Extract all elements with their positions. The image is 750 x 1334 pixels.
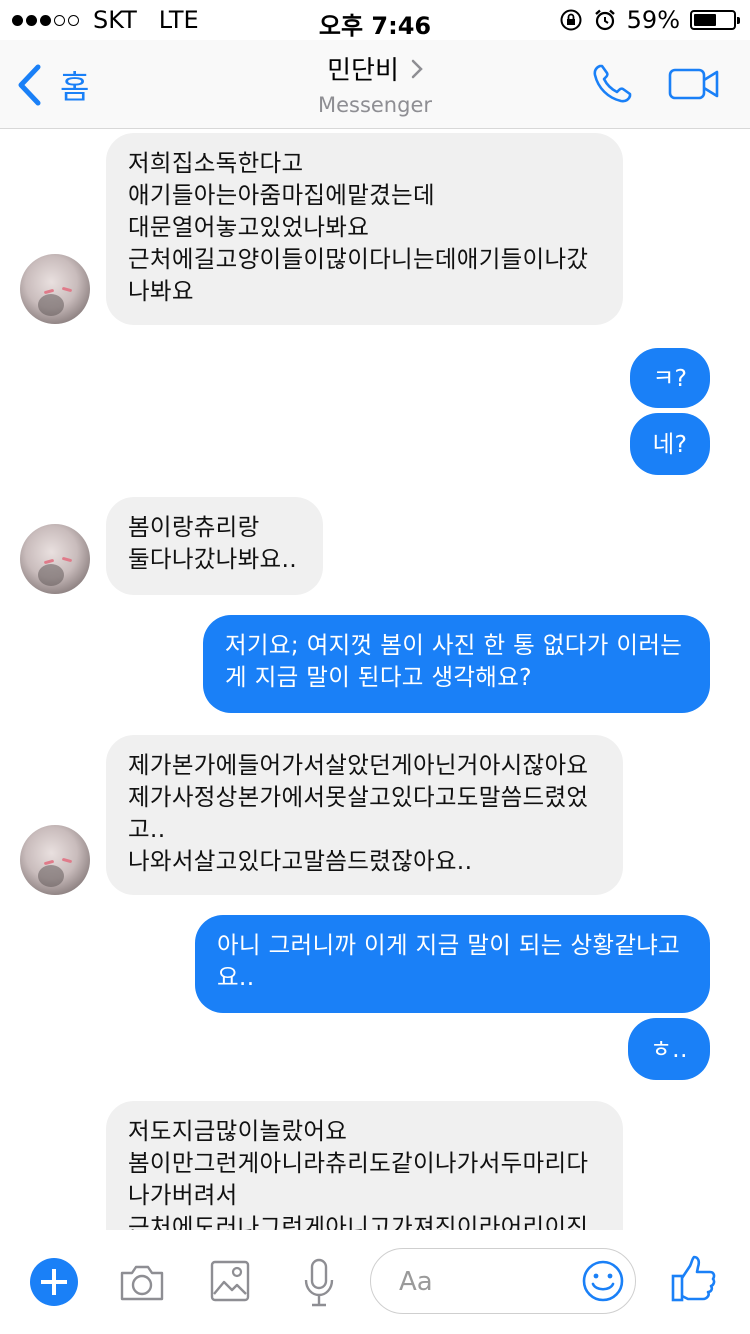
plus-icon[interactable] bbox=[30, 1258, 78, 1306]
battery-icon bbox=[690, 10, 740, 30]
status-left: SKT LTE bbox=[12, 6, 199, 34]
message-line: 근처에도러나그런게아니고가져진이라어리이진 bbox=[128, 1213, 589, 1230]
message-line: 게 지금 말이 된다고 생각해요? bbox=[225, 663, 532, 691]
message-line: 나가버려서 bbox=[128, 1181, 238, 1209]
status-bar: SKT LTE 오후 7:46 59% bbox=[0, 0, 750, 40]
message-line: 네? bbox=[652, 430, 688, 458]
battery-percent: 59% bbox=[626, 6, 680, 34]
network-label: LTE bbox=[158, 6, 199, 34]
avatar[interactable] bbox=[20, 254, 90, 324]
message-line: ㅎ.. bbox=[650, 1035, 688, 1063]
message-line: 고.. bbox=[128, 815, 166, 843]
message-line: 요.. bbox=[217, 963, 255, 991]
message-line: 제가본가에들어가서살았던게아닌거아시잖아요 bbox=[128, 751, 589, 779]
outgoing-message-bubble[interactable]: ㅋ? bbox=[630, 348, 710, 408]
message-list[interactable]: 저희집소독한다고 애기들아는아줌마집에맡겼는데 대문열어놓고있었나봐요 근처에길… bbox=[0, 129, 750, 1230]
carrier-label: SKT bbox=[93, 6, 137, 34]
avatar[interactable] bbox=[20, 825, 90, 895]
message-line: 봄이랑츄리랑 bbox=[128, 513, 260, 541]
message-line: 제가사정상본가에서못살고있다고도말씀드렸었 bbox=[128, 783, 589, 811]
message-line: 대문열어놓고있었나봐요 bbox=[128, 213, 370, 241]
message-line: 근처에길고양이들이많이다니는데애기들이나갔 bbox=[128, 245, 589, 273]
rotation-lock-icon bbox=[560, 9, 582, 31]
incoming-message-bubble[interactable]: 저희집소독한다고 애기들아는아줌마집에맡겼는데 대문열어놓고있었나봐요 근처에길… bbox=[106, 133, 623, 325]
battery-fill bbox=[694, 14, 716, 26]
emoji-icon[interactable] bbox=[581, 1259, 625, 1303]
message-line: 저기요; 여지껏 봄이 사진 한 통 없다가 이러는 bbox=[225, 631, 683, 659]
incoming-message-bubble[interactable]: 저도지금많이놀랐어요 봄이만그런게아니라츄리도같이나가서두마리다 나가버려서 근… bbox=[106, 1101, 623, 1230]
message-line: ㅋ? bbox=[652, 364, 688, 392]
status-right: 59% bbox=[559, 6, 740, 34]
message-line: 저도지금많이놀랐어요 bbox=[128, 1117, 348, 1145]
composer-bar bbox=[0, 1230, 750, 1334]
message-input[interactable] bbox=[397, 1259, 571, 1305]
message-line: 애기들아는아줌마집에맡겼는데 bbox=[128, 181, 435, 209]
nav-bar: 홈 민단비 Messenger bbox=[0, 40, 750, 129]
message-line: 둘다나갔나봐요.. bbox=[128, 545, 297, 573]
phone-icon[interactable] bbox=[590, 62, 634, 106]
outgoing-message-bubble[interactable]: 아니 그러니까 이게 지금 말이 되는 상황같냐고 요.. bbox=[195, 915, 710, 1013]
video-camera-icon[interactable] bbox=[668, 67, 720, 101]
outgoing-message-bubble[interactable]: ㅎ.. bbox=[628, 1018, 710, 1080]
message-line: 저희집소독한다고 bbox=[128, 149, 304, 177]
message-line: 나봐요 bbox=[128, 277, 194, 305]
camera-icon[interactable] bbox=[118, 1264, 166, 1302]
image-icon[interactable] bbox=[210, 1260, 250, 1302]
incoming-message-bubble[interactable]: 봄이랑츄리랑 둘다나갔나봐요.. bbox=[106, 497, 323, 595]
outgoing-message-bubble[interactable]: 네? bbox=[630, 413, 710, 475]
nav-actions bbox=[590, 62, 720, 106]
outgoing-message-bubble[interactable]: 저기요; 여지껏 봄이 사진 한 통 없다가 이러는 게 지금 말이 된다고 생… bbox=[203, 615, 710, 713]
message-line: 나와서살고있다고말씀드렸잖아요.. bbox=[128, 847, 473, 875]
conversation-title: 민단비 bbox=[327, 56, 399, 86]
thumbs-up-icon[interactable] bbox=[670, 1254, 718, 1304]
signal-dots-icon bbox=[12, 14, 79, 26]
microphone-icon[interactable] bbox=[302, 1258, 336, 1308]
message-line: 아니 그러니까 이게 지금 말이 되는 상황같냐고 bbox=[217, 931, 681, 959]
chevron-right-icon bbox=[411, 59, 423, 78]
message-input-box[interactable] bbox=[370, 1248, 636, 1314]
avatar[interactable] bbox=[20, 524, 90, 594]
incoming-message-bubble[interactable]: 제가본가에들어가서살았던게아닌거아시잖아요 제가사정상본가에서못살고있다고도말씀… bbox=[106, 735, 623, 895]
message-line: 봄이만그런게아니라츄리도같이나가서두마리다 bbox=[128, 1149, 589, 1177]
alarm-icon bbox=[594, 9, 615, 31]
